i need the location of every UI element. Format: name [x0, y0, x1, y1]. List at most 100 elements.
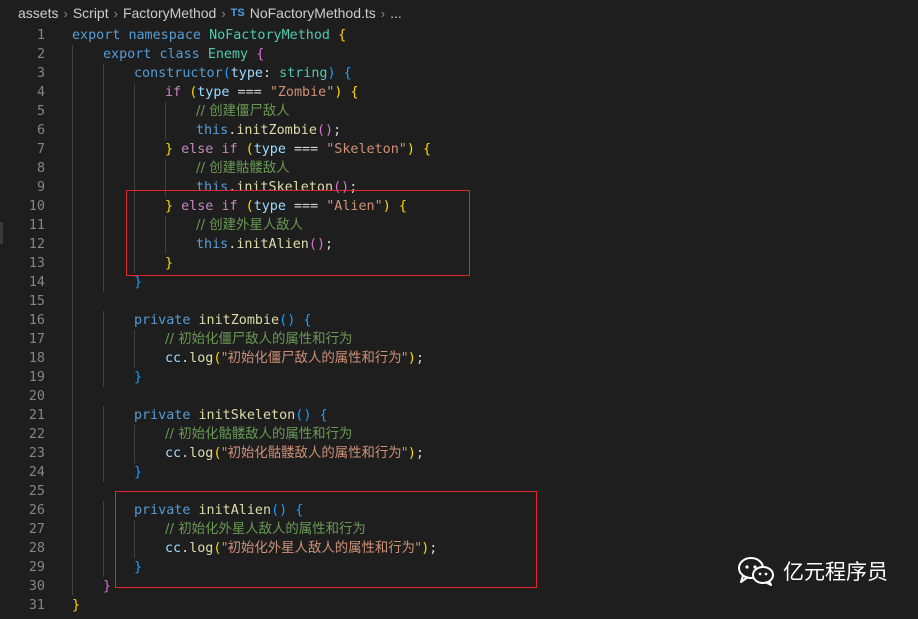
code-token: . — [181, 541, 190, 556]
code-token: ; — [415, 446, 424, 461]
indent-guide — [103, 83, 104, 102]
code-token: type — [197, 85, 230, 100]
indent-guide — [72, 444, 73, 463]
code-line[interactable]: 5 // 创建僵尸敌人 — [0, 102, 918, 121]
code-line[interactable]: 7} else if (type === "Skeleton") { — [0, 140, 918, 159]
code-token: } — [134, 370, 143, 385]
code-line[interactable]: 19} — [0, 368, 918, 387]
indent-guide — [103, 197, 104, 216]
indent-guide — [103, 463, 104, 482]
indent-guide — [72, 368, 73, 387]
indent-guide — [103, 444, 104, 463]
code-line[interactable]: 11 // 创建外星人敌人 — [0, 216, 918, 235]
code-token: namespace — [128, 28, 210, 43]
code-editor[interactable]: 1 export namespace NoFactoryMethod {2 expo… — [0, 26, 918, 619]
typescript-file-icon: TS — [230, 7, 245, 19]
indent-guide — [72, 121, 73, 140]
code-line[interactable]: 10} else if (type === "Alien") { — [0, 197, 918, 216]
indent-guide — [103, 406, 104, 425]
line-number: 28 — [28, 541, 45, 556]
code-line[interactable]: 14} — [0, 273, 918, 292]
code-token: this — [196, 123, 229, 138]
code-line[interactable]: 8 // 创建骷髅敌人 — [0, 159, 918, 178]
line-number: 12 — [28, 237, 45, 252]
indent-guide — [165, 216, 166, 235]
code-token: ) — [407, 351, 416, 366]
line-number: 23 — [28, 446, 45, 461]
line-number: 6 — [36, 123, 45, 138]
code-line[interactable]: 27 // 初始化外星人敌人的属性和行为 — [0, 520, 918, 539]
indent-guide — [165, 102, 166, 121]
code-line[interactable]: 9 this.initSkeleton(); — [0, 178, 918, 197]
code-line[interactable]: 15 — [0, 292, 918, 311]
gutter-marker — [0, 222, 3, 244]
code-token: else — [181, 199, 222, 214]
line-code: this.initAlien(); — [196, 235, 333, 254]
code-token: ( — [316, 123, 325, 138]
line-number: 2 — [36, 47, 45, 62]
indent-guide — [72, 349, 73, 368]
line-code: // 初始化骷髅敌人的属性和行为 — [165, 425, 352, 444]
breadcrumb-factorymethod[interactable]: FactoryMethod — [123, 5, 216, 21]
indent-guide — [72, 577, 73, 596]
code-line[interactable]: 2 export class Enemy { — [0, 45, 918, 64]
code-token: { — [338, 28, 347, 43]
code-line[interactable]: 1 export namespace NoFactoryMethod { — [0, 26, 918, 45]
code-token: constructor — [134, 66, 223, 81]
indent-guide — [72, 406, 73, 425]
indent-guide — [72, 273, 73, 292]
code-line[interactable]: 26 private initAlien() { — [0, 501, 918, 520]
indent-guide — [134, 330, 135, 349]
code-line[interactable]: 20 — [0, 387, 918, 406]
breadcrumb-file[interactable]: NoFactoryMethod.ts — [250, 5, 376, 21]
indent-guide — [134, 235, 135, 254]
code-line[interactable]: 13} — [0, 254, 918, 273]
chevron-right-icon: › — [221, 5, 226, 21]
line-number: 20 — [28, 389, 45, 404]
code-token: "Zombie" — [269, 85, 335, 100]
line-code: this.initZombie(); — [196, 121, 341, 140]
indent-guide — [72, 140, 73, 159]
code-line[interactable]: 6 this.initZombie(); — [0, 121, 918, 140]
line-code: // 初始化僵尸敌人的属性和行为 — [165, 330, 352, 349]
code-line[interactable]: 18 cc.log("初始化僵尸敌人的属性和行为"); — [0, 349, 918, 368]
code-token: === — [229, 85, 270, 100]
line-code: constructor(type: string) { — [134, 64, 352, 83]
indent-guide — [103, 216, 104, 235]
line-number: 8 — [36, 161, 45, 176]
code-line[interactable]: 12 this.initAlien(); — [0, 235, 918, 254]
code-line[interactable]: 22 // 初始化骷髅敌人的属性和行为 — [0, 425, 918, 444]
code-line[interactable]: 23 cc.log("初始化骷髅敌人的属性和行为"); — [0, 444, 918, 463]
code-token: "Skeleton" — [326, 142, 407, 157]
code-line[interactable]: 25 — [0, 482, 918, 501]
indent-guide — [72, 235, 73, 254]
indent-guide — [134, 254, 135, 273]
code-token: } — [165, 199, 174, 214]
code-token: "初始化外星人敌人的属性和行为" — [221, 541, 422, 556]
code-token: } — [134, 275, 143, 290]
watermark: 亿元程序员 — [737, 556, 888, 586]
indent-guide — [134, 425, 135, 444]
code-token: log — [189, 351, 214, 366]
code-line[interactable]: 3 constructor(type: string) { — [0, 64, 918, 83]
indent-guide — [103, 539, 104, 558]
code-line[interactable]: 24} — [0, 463, 918, 482]
code-line[interactable]: 21 private initSkeleton() { — [0, 406, 918, 425]
indent-guide — [103, 159, 104, 178]
code-token: ; — [415, 351, 424, 366]
code-line[interactable]: 4 if (type === "Zombie") { — [0, 83, 918, 102]
indent-guide — [134, 83, 135, 102]
code-line[interactable]: 17 // 初始化僵尸敌人的属性和行为 — [0, 330, 918, 349]
indent-guide — [72, 501, 73, 520]
chevron-right-icon: › — [113, 5, 118, 21]
breadcrumb-more[interactable]: ... — [390, 5, 402, 21]
code-line[interactable]: 16 private initZombie() { — [0, 311, 918, 330]
code-token: if — [221, 199, 246, 214]
code-token: cc — [165, 541, 182, 556]
code-line[interactable]: 31} — [0, 596, 918, 615]
code-token: } — [134, 560, 143, 575]
wechat-icon — [738, 557, 774, 586]
breadcrumb-script[interactable]: Script — [73, 5, 109, 21]
breadcrumb-assets[interactable]: assets — [18, 5, 58, 21]
